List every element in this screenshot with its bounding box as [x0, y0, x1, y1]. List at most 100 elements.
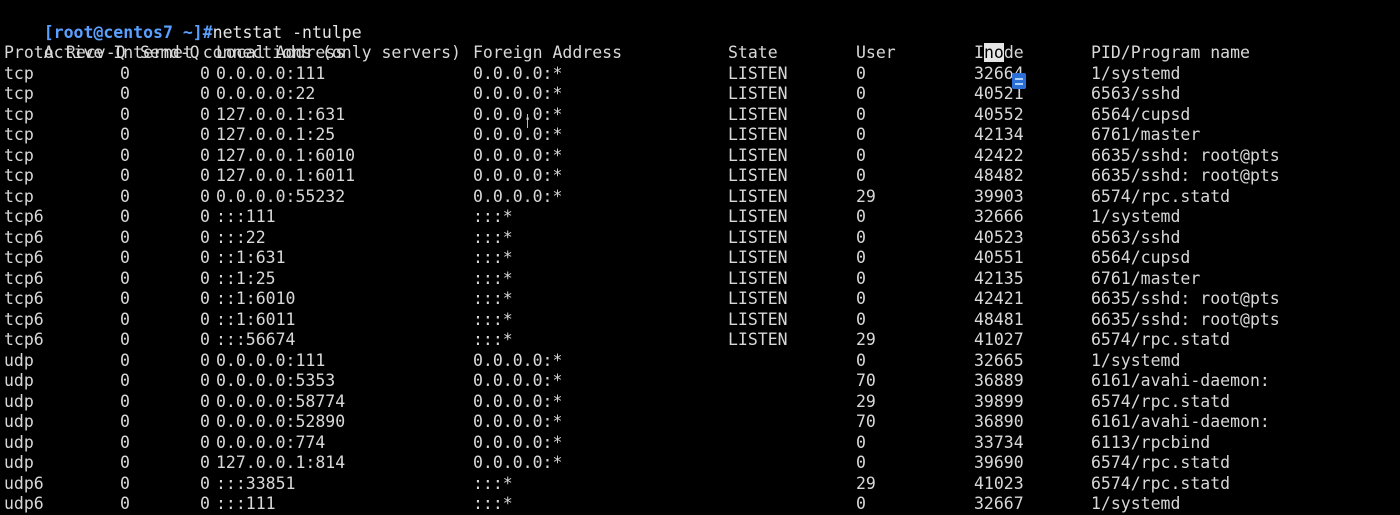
cell-proto: udp: [4, 412, 34, 431]
header-recv: Recv-Q: [66, 43, 126, 62]
cell-foreign: 0.0.0.0:*: [473, 432, 563, 452]
table-row: udp6 0 0:::33851:::* 29 41023 6574/rpc.statd: [4, 474, 1400, 495]
cell-proto: tcp6: [4, 309, 44, 329]
cell-inode: 40551: [974, 248, 1024, 267]
cell-send: 0: [200, 268, 210, 288]
cell-local: :::33851: [216, 473, 296, 493]
cell-local: 127.0.0.1:25: [216, 125, 336, 144]
cell-local: :::22: [216, 227, 266, 247]
cell-state: LISTEN: [728, 227, 788, 247]
cell-foreign: 0.0.0.0:*: [473, 145, 563, 165]
table-row: tcp6 0 0:::56674:::* LISTEN 29 41027 6574/rpc.…: [4, 330, 1400, 351]
cell-inode: 48481: [974, 309, 1024, 329]
cell-send: 0: [200, 453, 210, 472]
cell-user: 0: [856, 309, 866, 329]
cell-pid: 6574/rpc.statd: [1091, 330, 1231, 349]
cell-send: 0: [200, 227, 210, 247]
cell-state: LISTEN: [728, 207, 788, 226]
cell-recv: 0: [120, 309, 130, 329]
cell-user: 0: [856, 84, 866, 103]
cell-send: 0: [200, 248, 210, 267]
table-row: tcp 0 0 127.0.0.1:6010 0.0.0.0:* LISTEN 0 42422…: [4, 146, 1400, 167]
cell-state: LISTEN: [728, 125, 788, 144]
cell-inode: 32666: [974, 207, 1024, 226]
table-row: tcp6 0 0::1:6010:::* LISTEN 0 42421 6635/sshd:…: [4, 289, 1400, 310]
cell-foreign: 0.0.0.0:*: [473, 391, 563, 411]
cell-inode: 41023: [974, 473, 1024, 493]
cell-proto: udp6: [4, 494, 44, 513]
cell-local: ::1:25: [216, 268, 276, 288]
cell-pid: 6564/cupsd: [1091, 104, 1191, 124]
cell-user: 0: [856, 227, 866, 247]
cell-proto: tcp: [4, 104, 34, 124]
cell-foreign: 0.0.0.0:*: [473, 453, 563, 472]
cell-proto: udp: [4, 391, 34, 411]
cell-proto: tcp: [4, 125, 34, 144]
cell-recv: 0: [120, 227, 130, 247]
cell-local: 127.0.0.1:6010: [216, 145, 356, 165]
cell-foreign: :::*: [473, 289, 513, 308]
cell-state: LISTEN: [728, 289, 788, 308]
cell-recv: 0: [120, 350, 130, 370]
cell-send: 0: [200, 309, 210, 329]
table-header: Proto Recv-Q Send-Q Local Address Foreig…: [4, 43, 1400, 64]
cell-recv: 0: [120, 330, 130, 349]
cell-state: LISTEN: [728, 248, 788, 267]
cell-local: :::56674: [216, 330, 296, 349]
cell-send: 0: [200, 494, 210, 513]
cell-foreign: :::*: [473, 248, 513, 267]
cell-pid: 6761/master: [1091, 125, 1201, 144]
table-row: udp 0 0 0.0.0.0:52890 0.0.0.0:* 70 36890 6161/a…: [4, 412, 1400, 433]
text-cursor-icon: [527, 114, 530, 128]
cell-user: 0: [856, 145, 866, 165]
cell-user: 29: [856, 473, 876, 493]
cell-send: 0: [200, 473, 210, 493]
cell-recv: 0: [120, 494, 130, 513]
cell-send: 0: [200, 145, 210, 165]
table-row: tcp 0 0 0.0.0.0:55232 0.0.0.0:* LISTEN 29 39903…: [4, 187, 1400, 208]
table-row: tcp 0 0 127.0.0.1:631 0.0.0.0:* LISTEN 0 40552 6…: [4, 105, 1400, 126]
table-row: udp6 0 0:::111:::* 0 32667 1/systemd: [4, 494, 1400, 515]
cell-inode: 39903: [974, 186, 1024, 206]
cell-local: 127.0.0.1:814: [216, 453, 346, 472]
cell-local: ::1:6010: [216, 289, 296, 308]
cell-send: 0: [200, 63, 210, 83]
cell-user: 0: [856, 289, 866, 308]
cell-send: 0: [200, 350, 210, 370]
cell-foreign: :::*: [473, 494, 513, 513]
cell-state: LISTEN: [728, 63, 788, 83]
cell-inode: 40552: [974, 104, 1024, 124]
cell-pid: 1/systemd: [1091, 350, 1181, 370]
cell-proto: tcp6: [4, 289, 44, 308]
cell-state: LISTEN: [728, 145, 788, 165]
terminal-output[interactable]: [root@centos7 ~]#netstat -ntulpe Active …: [4, 2, 1400, 514]
cell-inode: 48482: [974, 166, 1024, 185]
cell-pid: 6574/rpc.statd: [1091, 186, 1231, 206]
header-inode: Inode: [974, 43, 1024, 64]
cell-recv: 0: [120, 125, 130, 144]
cell-proto: udp6: [4, 473, 44, 493]
cell-user: 70: [856, 371, 876, 390]
cell-local: 0.0.0.0:22: [216, 84, 316, 103]
cell-proto: tcp6: [4, 207, 44, 226]
cell-recv: 0: [120, 371, 130, 390]
cell-foreign: 0.0.0.0:*: [473, 63, 563, 83]
cell-send: 0: [200, 412, 210, 431]
cell-local: 0.0.0.0:52890: [216, 412, 346, 431]
cell-inode: 42421: [974, 289, 1024, 308]
command-line: [root@centos7 ~]#netstat -ntulpe: [4, 2, 1400, 42]
cell-pid: 6635/sshd: root@pts: [1091, 145, 1280, 165]
cell-send: 0: [200, 289, 210, 308]
cell-local: 0.0.0.0:58774: [216, 391, 346, 411]
cell-send: 0: [200, 207, 210, 226]
cell-user: 0: [856, 125, 866, 144]
cell-user: 0: [856, 350, 866, 370]
cell-recv: 0: [120, 289, 130, 308]
table-row: udp 0 0 127.0.0.1:814 0.0.0.0:* 0 39690 6574/rp…: [4, 453, 1400, 474]
cell-user: 0: [856, 166, 866, 185]
cell-inode: 39899: [974, 391, 1024, 411]
cell-proto: udp: [4, 453, 34, 472]
connection-rows: tcp 0 0 0.0.0.0:111 0.0.0.0:* LISTEN 0 32664 1/s…: [4, 64, 1400, 515]
cell-send: 0: [200, 104, 210, 124]
cell-foreign: 0.0.0.0:*: [473, 371, 563, 390]
